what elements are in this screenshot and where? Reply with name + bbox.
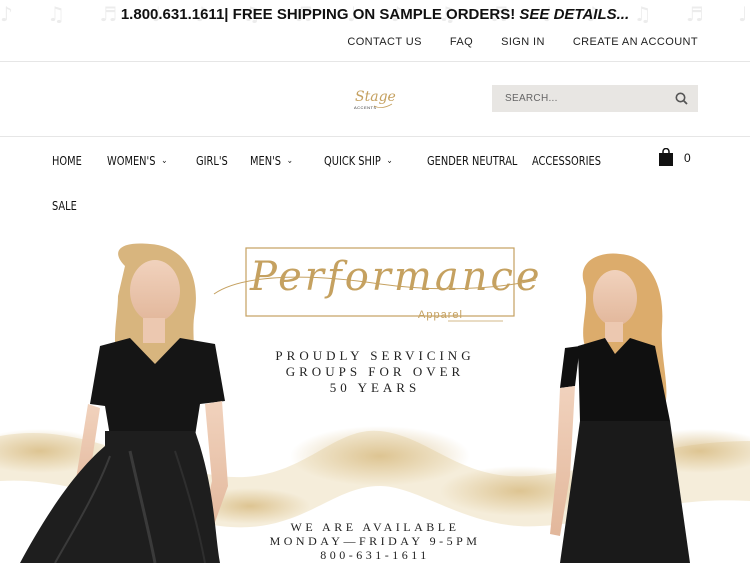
shipping-offer: FREE SHIPPING ON SAMPLE ORDERS!: [232, 6, 516, 23]
hero-subtitle: Apparel: [418, 309, 463, 321]
nav-girls[interactable]: GIRL'S: [196, 154, 228, 168]
hero-phone-number[interactable]: 800-631-1611: [250, 548, 500, 562]
create-account-link[interactable]: CREATE AN ACCOUNT: [573, 36, 698, 48]
nav-quick-ship[interactable]: QUICK SHIP ⌄: [324, 154, 393, 168]
nav-accessories[interactable]: ACCESSORIES: [532, 154, 601, 168]
shopping-bag-icon: [659, 148, 673, 166]
announcement-text[interactable]: 1.800.631.1611| FREE SHIPPING ON SAMPLE …: [0, 0, 750, 30]
nav-womens[interactable]: WOMEN'S ⌄: [107, 154, 167, 168]
chevron-down-icon: ⌄: [386, 156, 393, 166]
search-box: [492, 85, 698, 112]
stage-accents-logo[interactable]: Stage ACCENTS: [350, 84, 400, 114]
nav-sale[interactable]: SALE: [52, 199, 77, 213]
logo-subtext: ACCENTS: [354, 105, 377, 110]
hero-title: Performance: [250, 254, 543, 300]
logo-graphic: Stage ACCENTS: [354, 89, 396, 110]
tagline-servicing: PROUDLY SERVICING GROUPS FOR OVER 50 YEA…: [250, 348, 500, 396]
cart-count: 0: [684, 151, 691, 165]
header-divider-top: [0, 61, 750, 62]
separator: |: [224, 6, 229, 23]
tagline-line: PROUDLY SERVICING: [275, 348, 475, 363]
chevron-down-icon: ⌄: [286, 156, 293, 166]
nav-gender-neutral[interactable]: GENDER NEUTRAL: [427, 154, 517, 168]
hero-banner[interactable]: Performance Apparel PROUDLY SERVICING GR…: [0, 236, 750, 563]
announcement-bar: ♪ ♫ ♬ ♩ ♪ ♫ ♬ ♩ ♪ ♫ ♬ ♩ ♪ ♫ ♬ ♩ ♪ ♫ ♬ ♩ …: [0, 0, 750, 30]
nav-mens[interactable]: MEN'S ⌄: [250, 154, 293, 168]
right-model-photo: [550, 253, 690, 563]
search-input[interactable]: [492, 85, 672, 112]
tagline-line: MONDAY—FRIDAY 9-5PM: [269, 534, 481, 548]
faq-link[interactable]: FAQ: [450, 36, 473, 48]
see-details-link[interactable]: SEE DETAILS...: [519, 6, 629, 23]
contact-us-link[interactable]: CONTACT US: [347, 36, 422, 48]
sign-in-link[interactable]: SIGN IN: [501, 36, 545, 48]
tagline-line: GROUPS FOR OVER: [285, 364, 465, 379]
search-icon[interactable]: [674, 91, 689, 106]
tagline-line: WE ARE AVAILABLE: [290, 520, 460, 534]
logo-wordmark: Stage: [355, 89, 396, 105]
header-divider-bottom: [0, 136, 750, 137]
cart-button[interactable]: 0: [658, 148, 698, 168]
phone-number[interactable]: 1.800.631.1611: [121, 6, 224, 23]
left-model-photo: [20, 243, 228, 563]
utility-links: CONTACT US FAQ SIGN IN CREATE AN ACCOUNT: [347, 36, 698, 48]
tagline-line: 50 YEARS: [329, 380, 421, 395]
tagline-availability: WE ARE AVAILABLE MONDAY—FRIDAY 9-5PM 800…: [250, 520, 500, 562]
nav-home[interactable]: HOME: [52, 154, 82, 168]
chevron-down-icon: ⌄: [161, 156, 168, 166]
